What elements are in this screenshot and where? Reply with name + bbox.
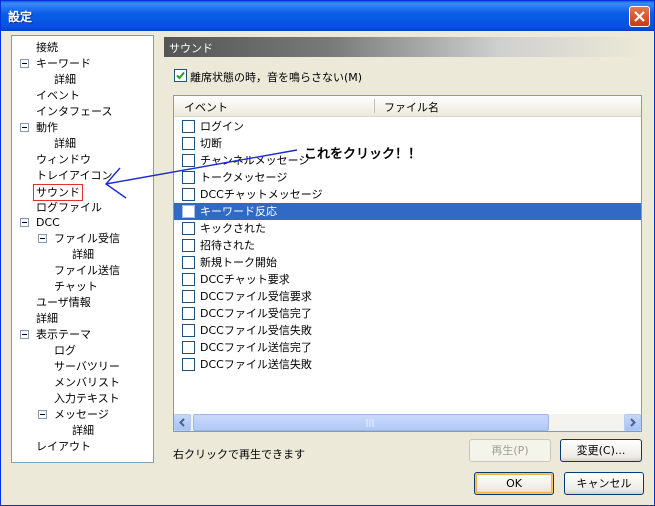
tree-item[interactable]: ログ [54,343,76,358]
panel-header-title: サウンド [169,42,213,55]
event-checkbox[interactable] [182,256,195,269]
list-column-header: イベント ファイル名 [174,96,641,117]
tree-item[interactable]: サーバツリー [54,359,120,374]
tree-item[interactable]: メッセージ [54,407,109,422]
tree-expander-icon[interactable] [20,330,29,340]
event-checkbox[interactable] [182,222,195,235]
event-checkbox[interactable] [182,239,195,252]
tree-item[interactable]: ファイル送信 [54,263,120,278]
tree-item[interactable]: 詳細 [72,423,94,438]
event-label: 新規トーク開始 [200,256,277,269]
event-row[interactable]: DCCファイル送信完了 [174,339,641,356]
column-divider[interactable] [374,99,375,113]
tree-item[interactable]: レイアウト [36,439,91,454]
event-row[interactable]: 新規トーク開始 [174,254,641,271]
event-label: DCCファイル受信失敗 [200,324,312,337]
scroll-left-button[interactable] [174,414,191,431]
settings-dialog: 設定 接続 キーワード 詳細 イベント インタフェース 動作 詳細 ウィンドウ トレイアイコンサ… [0,0,655,506]
event-checkbox[interactable] [182,358,195,371]
tree-item[interactable]: DCC [36,215,60,230]
event-checkbox[interactable] [182,273,195,286]
scroll-right-button[interactable] [624,414,641,431]
tree-item[interactable]: イベント [36,88,80,103]
tree-item[interactable]: 接続 [36,40,58,55]
event-checkbox[interactable] [182,120,195,133]
event-label: 招待された [200,239,255,252]
tree-item[interactable]: ファイル受信 [54,231,120,246]
tree-item[interactable]: 入力テキスト [54,391,120,406]
ok-button[interactable]: OK [474,472,554,495]
tree-item[interactable]: 動作 [36,120,58,135]
column-event[interactable]: イベント [184,99,228,115]
horizontal-scrollbar[interactable] [174,414,641,431]
chevron-right-icon [630,418,636,427]
settings-tree[interactable]: 接続 キーワード 詳細 イベント インタフェース 動作 詳細 ウィンドウ トレイアイコン サウンド… [11,35,154,463]
tree-item[interactable]: サウンド [33,183,83,201]
event-checkbox[interactable] [182,341,195,354]
event-label: DCCチャット要求 [200,273,290,286]
tree-expander-icon[interactable] [20,122,29,132]
panel-header: サウンド [164,37,642,57]
tree-item[interactable]: 詳細 [36,311,58,326]
tree-expander-icon[interactable] [20,218,29,228]
close-button[interactable] [629,6,650,27]
tree-item[interactable]: 詳細 [54,136,76,151]
event-row[interactable]: キックされた [174,220,641,237]
tree-item[interactable]: ログファイル [36,200,102,215]
tree-item[interactable]: 詳細 [54,72,76,87]
tree-expander-icon[interactable] [38,234,47,244]
tree-item[interactable]: メンバリスト [54,375,120,390]
tree-item[interactable]: 表示テーマ [36,327,91,342]
column-filename[interactable]: ファイル名 [384,99,439,115]
tree-item[interactable]: ウィンドウ [36,152,91,167]
event-checkbox[interactable] [182,324,195,337]
annotation-text: これをクリック！！ [304,147,422,162]
window-title: 設定 [8,10,33,24]
mute-checkbox-label[interactable]: 離席状態の時，音を鳴らさない(M) [190,69,362,85]
event-label: DCCファイル送信完了 [200,341,312,354]
tree-item[interactable]: キーワード [36,56,91,71]
grip-icon [366,419,374,427]
event-row[interactable]: ログイン [174,118,641,135]
tree-expander-icon[interactable] [38,409,47,419]
event-row[interactable]: 招待された [174,237,641,254]
close-icon [634,11,645,22]
play-hint: 右クリックで再生できます [173,448,305,461]
play-button[interactable]: 再生(P) [469,439,551,462]
change-button[interactable]: 変更(C)... [560,439,642,462]
tree-item[interactable]: 詳細 [72,247,94,262]
event-row[interactable]: DCCチャット要求 [174,271,641,288]
event-row[interactable]: DCCファイル受信失敗 [174,322,641,339]
checkmark-icon [176,71,185,80]
tree-item[interactable]: インタフェース [36,104,112,119]
event-row[interactable]: DCCファイル送信失敗 [174,356,641,373]
mute-checkbox[interactable] [174,69,187,82]
event-label: DCCファイル受信完了 [200,307,312,320]
event-row[interactable]: DCCファイル受信完了 [174,305,641,322]
event-label: DCCファイル受信要求 [200,290,312,303]
event-checkbox[interactable] [182,290,195,303]
event-row[interactable]: DCCファイル受信要求 [174,288,641,305]
scrollbar-thumb[interactable] [193,414,549,431]
chevron-left-icon [179,418,185,427]
event-label: ログイン [200,120,244,133]
event-label: キックされた [200,222,266,235]
event-checkbox[interactable] [182,307,195,320]
tree-expander-icon[interactable] [20,58,29,68]
tree-item[interactable]: チャット [54,279,98,294]
event-label: DCCファイル送信失敗 [200,358,312,371]
title-bar[interactable]: 設定 [1,1,654,31]
tree-item[interactable]: ユーザ情報 [36,295,91,310]
cancel-button[interactable]: キャンセル [564,472,644,495]
